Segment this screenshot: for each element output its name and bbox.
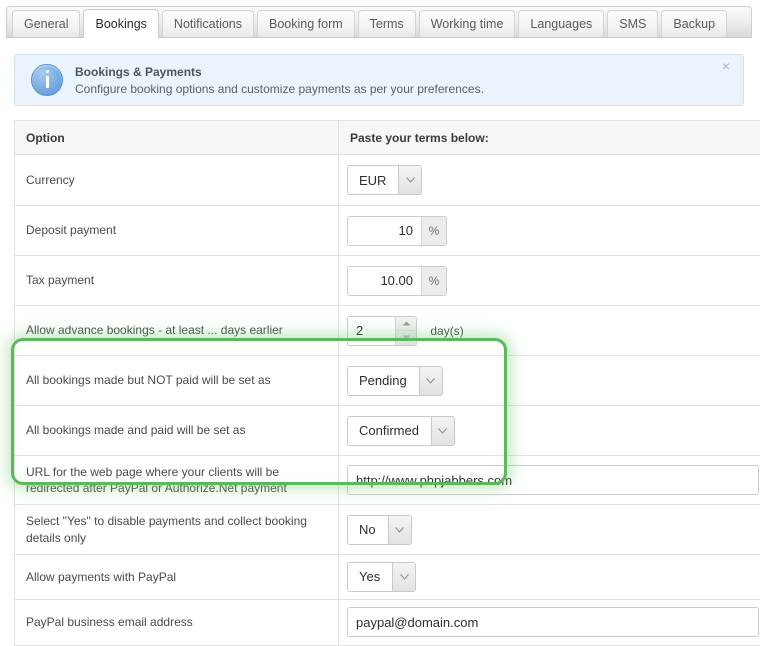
allow-paypal-value: Yes (348, 563, 392, 591)
stepper-buttons[interactable] (395, 317, 416, 345)
bookings-settings-panel: Bookings & Payments Configure booking op… (6, 38, 752, 638)
row-value-deposit-payment: % (339, 206, 760, 256)
chevron-down-icon (431, 417, 454, 445)
percent-suffix: % (421, 267, 446, 295)
tab-booking-form[interactable]: Booking form (257, 10, 355, 37)
row-value-redirect-url (339, 456, 760, 505)
paid-status-select[interactable]: Confirmed (347, 416, 455, 446)
tax-payment-input[interactable] (348, 267, 421, 295)
advance-days-stepper[interactable] (347, 316, 417, 346)
row-label-not-paid-status: All bookings made but NOT paid will be s… (15, 356, 339, 406)
table-row: Currency EUR (15, 155, 760, 206)
table-row: Allow payments with PayPal Yes (15, 554, 760, 599)
row-label-paid-status: All bookings made and paid will be set a… (15, 406, 339, 456)
tax-payment-field[interactable]: % (347, 266, 447, 296)
allow-paypal-select[interactable]: Yes (347, 562, 416, 592)
tab-terms[interactable]: Terms (358, 10, 416, 37)
close-icon[interactable]: × (719, 57, 733, 75)
row-label-allow-paypal: Allow payments with PayPal (15, 554, 339, 599)
deposit-payment-field[interactable]: % (347, 216, 447, 246)
row-label-advance-bookings: Allow advance bookings - at least ... da… (15, 306, 339, 356)
table-row: URL for the web page where your clients … (15, 456, 760, 505)
tab-backup[interactable]: Backup (661, 10, 727, 37)
info-banner-subtitle: Configure booking options and customize … (75, 82, 719, 96)
table-row: PayPal business email address (15, 599, 760, 645)
paypal-email-input[interactable] (347, 607, 759, 637)
chevron-down-icon (392, 563, 415, 591)
tab-bookings[interactable]: Bookings (83, 9, 158, 38)
row-value-allow-paypal: Yes (339, 554, 760, 599)
table-row: Allow advance bookings - at least ... da… (15, 306, 760, 356)
paid-status-value: Confirmed (348, 417, 431, 445)
redirect-url-input[interactable] (347, 465, 759, 495)
disable-payments-value: No (348, 516, 388, 544)
tab-sms[interactable]: SMS (607, 10, 658, 37)
info-icon (31, 64, 63, 96)
row-label-deposit-payment: Deposit payment (15, 206, 339, 256)
not-paid-status-value: Pending (348, 367, 419, 395)
options-table: Option Paste your terms below: Currency … (14, 120, 760, 646)
info-banner-text: Bookings & Payments Configure booking op… (75, 65, 719, 96)
percent-suffix: % (421, 217, 446, 245)
currency-select[interactable]: EUR (347, 165, 422, 195)
chevron-down-icon (388, 516, 411, 544)
row-label-redirect-url: URL for the web page where your clients … (15, 456, 339, 505)
column-header-option: Option (15, 121, 339, 155)
row-value-paypal-email (339, 599, 760, 645)
deposit-payment-input[interactable] (348, 217, 421, 245)
chevron-down-icon (398, 166, 421, 194)
table-row: Select "Yes" to disable payments and col… (15, 505, 760, 554)
disable-payments-select[interactable]: No (347, 515, 412, 545)
row-value-paid-status: Confirmed (339, 406, 760, 456)
row-value-not-paid-status: Pending (339, 356, 760, 406)
chevron-down-icon (419, 367, 442, 395)
table-row: Tax payment % (15, 256, 760, 306)
table-header-row: Option Paste your terms below: (15, 121, 760, 155)
tab-general[interactable]: General (12, 10, 80, 37)
table-row: All bookings made and paid will be set a… (15, 406, 760, 456)
row-label-disable-payments: Select "Yes" to disable payments and col… (15, 505, 339, 554)
column-header-value: Paste your terms below: (339, 121, 760, 155)
row-label-tax-payment: Tax payment (15, 256, 339, 306)
table-row: Deposit payment % (15, 206, 760, 256)
row-value-disable-payments: No (339, 505, 760, 554)
stepper-up-icon[interactable] (396, 317, 416, 332)
row-value-currency: EUR (339, 155, 760, 206)
advance-days-input[interactable] (348, 317, 395, 345)
tab-notifications[interactable]: Notifications (162, 10, 254, 37)
row-label-currency: Currency (15, 155, 339, 206)
tab-working-time[interactable]: Working time (419, 10, 516, 37)
info-banner-title: Bookings & Payments (75, 65, 719, 79)
table-row: All bookings made but NOT paid will be s… (15, 356, 760, 406)
row-value-advance-bookings: day(s) (339, 306, 760, 356)
info-banner: Bookings & Payments Configure booking op… (14, 54, 744, 106)
currency-select-value: EUR (348, 166, 398, 194)
row-value-tax-payment: % (339, 256, 760, 306)
not-paid-status-select[interactable]: Pending (347, 366, 443, 396)
stepper-down-icon[interactable] (396, 331, 416, 345)
settings-tab-strip: General Bookings Notifications Booking f… (6, 6, 752, 38)
days-unit-label: day(s) (430, 324, 463, 338)
tab-languages[interactable]: Languages (518, 10, 604, 37)
row-label-paypal-email: PayPal business email address (15, 599, 339, 645)
